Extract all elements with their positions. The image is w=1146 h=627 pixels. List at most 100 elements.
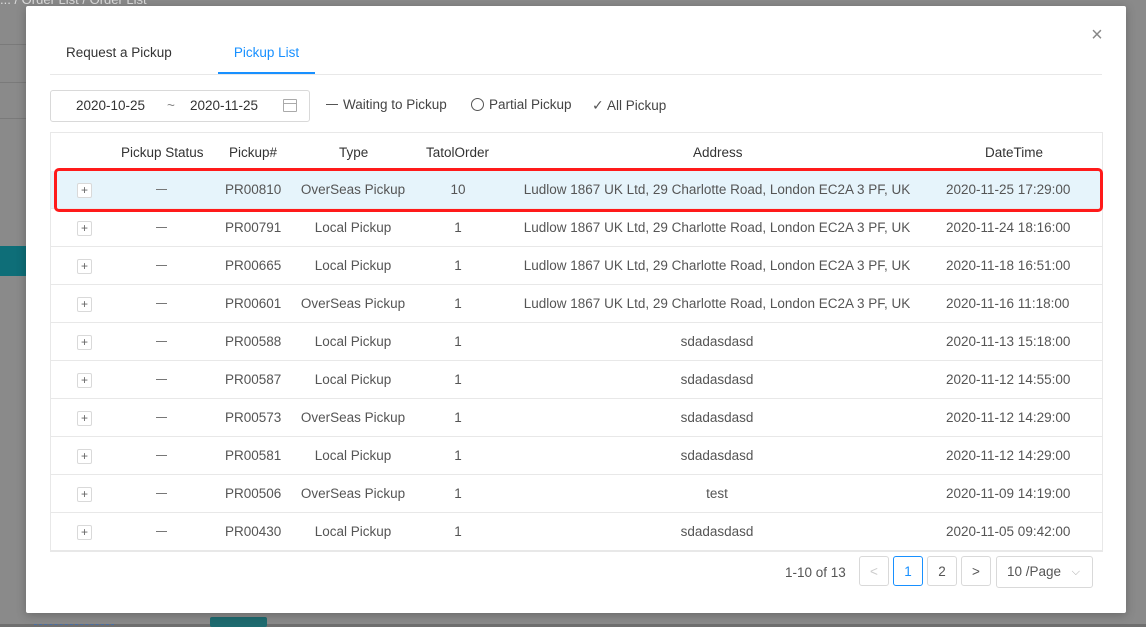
cell-address: sdadasdasd — [680, 448, 754, 463]
clock-icon — [471, 97, 484, 111]
cell-datetime: 2020-11-05 09:42:00 — [946, 524, 1071, 539]
cell-total-order: 1 — [454, 486, 462, 501]
expand-row-icon[interactable]: + — [77, 183, 92, 198]
table-row[interactable]: + PR00587 Local Pickup 1 sdadasdasd 2020-11-1… — [51, 361, 1102, 399]
cell-pickup-number: PR00506 — [225, 486, 282, 501]
cell-total-order: 10 — [450, 182, 466, 197]
cell-datetime: 2020-11-09 14:19:00 — [946, 486, 1071, 501]
cell-pickup-number: PR00573 — [225, 410, 282, 425]
cell-total-order: 1 — [454, 334, 462, 349]
cell-datetime: 2020-11-18 16:51:00 — [946, 258, 1071, 273]
cell-datetime: 2020-11-12 14:29:00 — [946, 448, 1071, 463]
cell-type: Local Pickup — [314, 524, 392, 539]
pickup-status-dash — [156, 455, 167, 456]
cell-pickup-number: PR00588 — [225, 334, 282, 349]
filter-label: Waiting to Pickup — [343, 97, 447, 112]
cell-type: Local Pickup — [314, 334, 392, 349]
cell-address: Ludlow 1867 UK Ltd, 29 Charlotte Road, L… — [523, 182, 911, 197]
expand-row-icon[interactable]: + — [77, 449, 92, 464]
cell-address: Ludlow 1867 UK Ltd, 29 Charlotte Road, L… — [523, 220, 911, 235]
expand-row-icon[interactable]: + — [77, 373, 92, 388]
expand-row-icon[interactable]: + — [77, 487, 92, 502]
cell-address: sdadasdasd — [680, 334, 754, 349]
cell-address: test — [706, 486, 728, 501]
table-row[interactable]: + PR00506 OverSeas Pickup 1 test 2020-11-09 1… — [51, 475, 1102, 513]
header-address: Address — [693, 145, 743, 160]
cell-type: Local Pickup — [314, 258, 392, 273]
background-button — [210, 617, 267, 627]
table-row[interactable]: + PR00791 Local Pickup 1 Ludlow 1867 UK Ltd,… — [51, 209, 1102, 247]
cell-datetime: 2020-11-12 14:55:00 — [946, 372, 1071, 387]
filter-partial-pickup[interactable]: Partial Pickup — [471, 97, 572, 112]
cell-pickup-number: PR00430 — [225, 524, 282, 539]
cell-type: OverSeas Pickup — [300, 486, 406, 501]
page-2-button[interactable]: 2 — [927, 556, 957, 586]
cell-pickup-number: PR00665 — [225, 258, 282, 273]
cell-pickup-number: PR00581 — [225, 448, 282, 463]
cell-type: Local Pickup — [314, 220, 392, 235]
pickup-status-dash — [156, 493, 167, 494]
filter-label: Partial Pickup — [489, 97, 572, 112]
filter-all-pickup[interactable]: ✓ All Pickup — [592, 97, 666, 114]
tab-pickup-list[interactable]: Pickup List — [218, 36, 315, 74]
cell-total-order: 1 — [454, 220, 462, 235]
cell-total-order: 1 — [454, 372, 462, 387]
end-date[interactable]: 2020-11-25 — [190, 98, 258, 113]
cell-type: Local Pickup — [314, 372, 392, 387]
cell-type: OverSeas Pickup — [300, 410, 406, 425]
cell-datetime: 2020-11-13 15:18:00 — [946, 334, 1071, 349]
prev-page-button[interactable]: < — [859, 556, 889, 586]
pickup-modal: × Request a Pickup Pickup List 2020-10-2… — [26, 6, 1126, 613]
table-row[interactable]: + PR00573 OverSeas Pickup 1 sdadasdasd 2020-1… — [51, 399, 1102, 437]
tab-request-pickup[interactable]: Request a Pickup — [66, 36, 172, 74]
check-icon: ✓ — [592, 97, 604, 113]
page-1-button[interactable]: 1 — [893, 556, 923, 586]
pickup-status-dash — [156, 303, 167, 304]
table-row[interactable]: + PR00430 Local Pickup 1 sdadasdasd 2020-11-0… — [51, 513, 1102, 551]
expand-row-icon[interactable]: + — [77, 525, 92, 540]
cell-datetime: 2020-11-16 11:18:00 — [946, 296, 1070, 311]
background-sidebar-active — [0, 246, 26, 276]
table-row[interactable]: + PR00588 Local Pickup 1 sdadasdasd 2020-11-1… — [51, 323, 1102, 361]
cell-address: Ludlow 1867 UK Ltd, 29 Charlotte Road, L… — [523, 258, 911, 273]
cell-total-order: 1 — [454, 296, 462, 311]
cell-type: OverSeas Pickup — [300, 182, 406, 197]
expand-row-icon[interactable]: + — [77, 259, 92, 274]
cell-datetime: 2020-11-25 17:29:00 — [946, 182, 1071, 197]
cell-total-order: 1 — [454, 258, 462, 273]
header-pickup-status: Pickup Status — [121, 145, 204, 160]
table-row[interactable]: + PR00601 OverSeas Pickup 1 Ludlow 1867 UK L… — [51, 285, 1102, 323]
background-divider — [0, 82, 26, 83]
expand-row-icon[interactable]: + — [77, 335, 92, 350]
header-type: Type — [339, 145, 369, 160]
cell-address: sdadasdasd — [680, 524, 754, 539]
dash-icon — [326, 103, 338, 105]
filter-waiting-to-pickup[interactable]: Waiting to Pickup — [326, 97, 447, 112]
table-row[interactable]: + PR00665 Local Pickup 1 Ludlow 1867 UK Ltd,… — [51, 247, 1102, 285]
pickup-status-dash — [156, 227, 167, 228]
next-page-button[interactable]: > — [961, 556, 991, 586]
table-row[interactable]: + PR00810 OverSeas Pickup 10 Ludlow 1867 UK … — [51, 171, 1102, 209]
start-date[interactable]: 2020-10-25 — [76, 98, 145, 113]
pickup-status-dash — [156, 189, 167, 190]
pagination-summary: 1-10 of 13 — [785, 565, 846, 580]
cell-total-order: 1 — [454, 410, 462, 425]
expand-row-icon[interactable]: + — [77, 221, 92, 236]
background-divider — [0, 118, 26, 119]
expand-row-icon[interactable]: + — [77, 411, 92, 426]
cell-type: Local Pickup — [314, 448, 392, 463]
cell-pickup-number: PR00601 — [225, 296, 282, 311]
header-datetime: DateTime — [985, 145, 1044, 160]
cell-address: sdadasdasd — [680, 410, 754, 425]
cell-total-order: 1 — [454, 448, 462, 463]
table-header: Pickup Status Pickup# Type TatolOrder Ad… — [51, 133, 1102, 172]
cell-type: OverSeas Pickup — [300, 296, 406, 311]
date-range-picker[interactable]: 2020-10-25 ~ 2020-11-25 — [50, 90, 310, 122]
chevron-down-icon: ⌵ — [1071, 566, 1080, 578]
table-row[interactable]: + PR00581 Local Pickup 1 sdadasdasd 2020-11-1… — [51, 437, 1102, 475]
pickup-table: Pickup Status Pickup# Type TatolOrder Ad… — [50, 132, 1103, 552]
expand-row-icon[interactable]: + — [77, 297, 92, 312]
page-size-select[interactable]: 10 /Page ⌵ — [996, 556, 1093, 588]
header-pickup-number: Pickup# — [229, 145, 278, 160]
background-divider — [0, 44, 26, 45]
